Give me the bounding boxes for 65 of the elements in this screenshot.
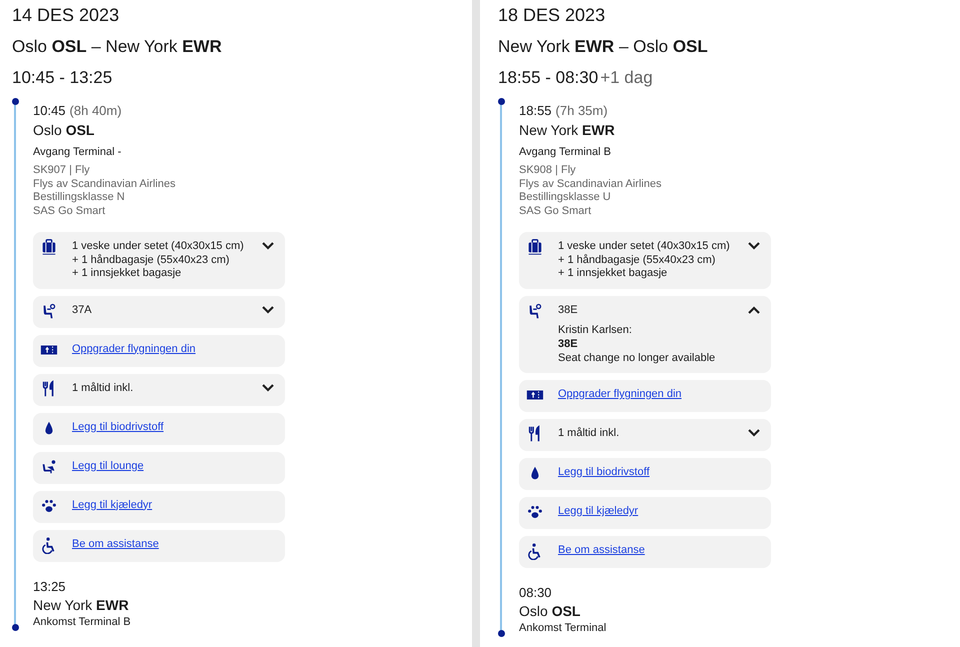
arrival-airport: New York EWR bbox=[33, 596, 130, 614]
service-link[interactable]: Oppgrader flygningen din bbox=[558, 388, 682, 400]
service-link[interactable]: Oppgrader flygningen din bbox=[72, 342, 196, 354]
flight-detail: Flys av Scandinavian Airlines bbox=[33, 178, 176, 191]
timeline-dot bbox=[12, 624, 18, 630]
arrival-time: 08:30 bbox=[519, 586, 553, 600]
service-link[interactable]: Legg til lounge bbox=[72, 460, 144, 472]
seat-note: Seat change no longer available bbox=[558, 351, 716, 365]
service-text: 1 måltid inkl. bbox=[72, 382, 134, 395]
service-link[interactable]: Legg til biodrivstoff bbox=[558, 466, 650, 478]
flight-detail: SAS Go Smart bbox=[519, 204, 592, 218]
day-offset: +1 dag bbox=[600, 68, 653, 87]
timeline-dot bbox=[12, 98, 18, 105]
service-text: 1 veske under setet (40x30x15 cm) bbox=[72, 240, 245, 254]
flight-detail: Bestillingsklasse N bbox=[33, 191, 126, 204]
flight-date: 18 DES 2023 bbox=[498, 5, 606, 25]
departure-airport: Oslo OSL bbox=[33, 121, 96, 139]
route-title: Oslo OSL – New York EWR bbox=[12, 37, 223, 57]
arrival-time: 13:25 bbox=[33, 580, 67, 594]
flight-duration: (7h 35m) bbox=[556, 103, 608, 118]
passenger-name: Kristin Karlsen: bbox=[558, 323, 633, 337]
service-link[interactable]: Legg til biodrivstoff bbox=[72, 420, 164, 432]
departure-airport: New York EWR bbox=[519, 121, 616, 139]
flight-detail: Bestillingsklasse U bbox=[519, 191, 612, 204]
departure-terminal: Avgang Terminal B bbox=[519, 145, 612, 159]
service-text: 37A bbox=[72, 304, 93, 317]
suitcase-icon bbox=[526, 238, 544, 256]
seat-number: 38E bbox=[558, 337, 579, 351]
arrival-airport: Oslo OSL bbox=[519, 602, 582, 620]
flight-date: 14 DES 2023 bbox=[12, 5, 120, 25]
timeline-dot bbox=[498, 630, 504, 637]
service-text: 1 veske under setet (40x30x15 cm) bbox=[558, 240, 731, 254]
flight-detail: SAS Go Smart bbox=[33, 204, 106, 218]
arrival-terminal: Ankomst Terminal B bbox=[33, 614, 132, 628]
flight-times: 10:45 - 13:25 bbox=[12, 68, 112, 87]
service-link[interactable]: Be om assistanse bbox=[558, 544, 645, 556]
service-link[interactable]: Legg til kjæledyr bbox=[558, 505, 638, 517]
flight-detail: Flys av Scandinavian Airlines bbox=[519, 178, 662, 191]
lounge-chair-icon bbox=[40, 458, 58, 476]
departure-time: 18:55 bbox=[519, 103, 552, 118]
expand-button[interactable] bbox=[260, 382, 276, 394]
service-text: + 1 innsjekket bagasje bbox=[558, 267, 668, 280]
expand-button[interactable] bbox=[260, 240, 276, 252]
timeline-dot bbox=[498, 98, 504, 105]
service-link[interactable]: Be om assistanse bbox=[72, 538, 159, 550]
service-text: + 1 innsjekket bagasje bbox=[72, 267, 182, 280]
expand-button[interactable] bbox=[746, 427, 762, 439]
flight-times: 18:55 - 08:30 bbox=[498, 68, 598, 87]
service-text: + 1 håndbagasje (55x40x23 cm) bbox=[558, 254, 716, 267]
service-text: 1 måltid inkl. bbox=[558, 427, 620, 440]
service-text: + 1 håndbagasje (55x40x23 cm) bbox=[72, 254, 230, 267]
flight-detail: SK907 | Fly bbox=[33, 164, 91, 178]
flight-detail: SK908 | Fly bbox=[519, 164, 577, 178]
expand-button[interactable] bbox=[746, 240, 762, 252]
paw-icon bbox=[526, 503, 544, 521]
flight-duration: (8h 40m) bbox=[70, 103, 122, 118]
suitcase-icon bbox=[40, 238, 58, 256]
service-text: 38E bbox=[558, 304, 579, 317]
route-title: New York EWR – Oslo OSL bbox=[498, 37, 709, 57]
arrival-terminal: Ankomst Terminal bbox=[519, 621, 608, 635]
collapse-button[interactable] bbox=[746, 304, 762, 316]
expand-button[interactable] bbox=[260, 304, 276, 316]
departure-time: 10:45 bbox=[33, 103, 66, 118]
departure-terminal: Avgang Terminal - bbox=[33, 145, 122, 159]
service-link[interactable]: Legg til kjæledyr bbox=[72, 498, 152, 510]
